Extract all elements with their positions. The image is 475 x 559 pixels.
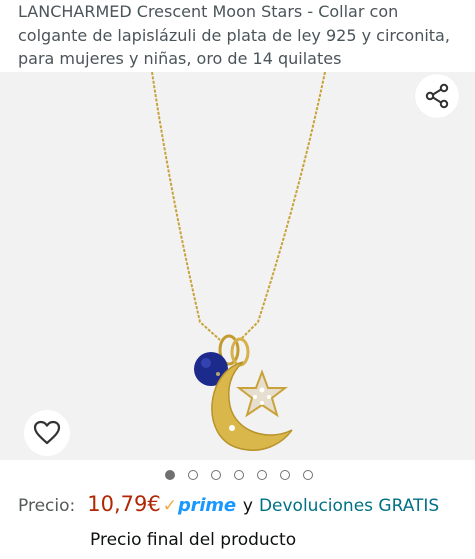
prime-label: prime: [177, 495, 236, 516]
heart-icon: [33, 420, 61, 445]
product-image[interactable]: [0, 72, 475, 460]
final-price-note: Precio final del producto: [90, 530, 297, 550]
conjunction-text: y: [242, 496, 253, 516]
gallery-pagination[interactable]: [0, 468, 475, 482]
gallery-dot[interactable]: [302, 470, 313, 480]
prime-check-icon: ✓: [162, 496, 177, 516]
gallery-dot[interactable]: [210, 470, 221, 480]
gallery-dot[interactable]: [187, 470, 198, 480]
price-value: 10,79€: [87, 492, 161, 516]
share-icon: [425, 83, 449, 109]
price-row: Precio: 10,79€ ✓ prime y Devoluciones GR…: [18, 492, 439, 524]
gallery-dot[interactable]: [233, 470, 244, 480]
wishlist-button[interactable]: [24, 410, 70, 456]
product-image-gallery[interactable]: [0, 72, 475, 460]
free-returns-link[interactable]: Devoluciones GRATIS: [259, 496, 439, 516]
share-button[interactable]: [415, 74, 459, 118]
prime-badge: ✓ prime: [163, 495, 236, 516]
price-label: Precio:: [18, 496, 76, 516]
gallery-dot[interactable]: [256, 470, 267, 480]
gallery-dot[interactable]: [164, 470, 175, 480]
product-title: LANCHARMED Crescent Moon Stars - Collar …: [18, 2, 450, 68]
gallery-dot[interactable]: [279, 470, 290, 480]
